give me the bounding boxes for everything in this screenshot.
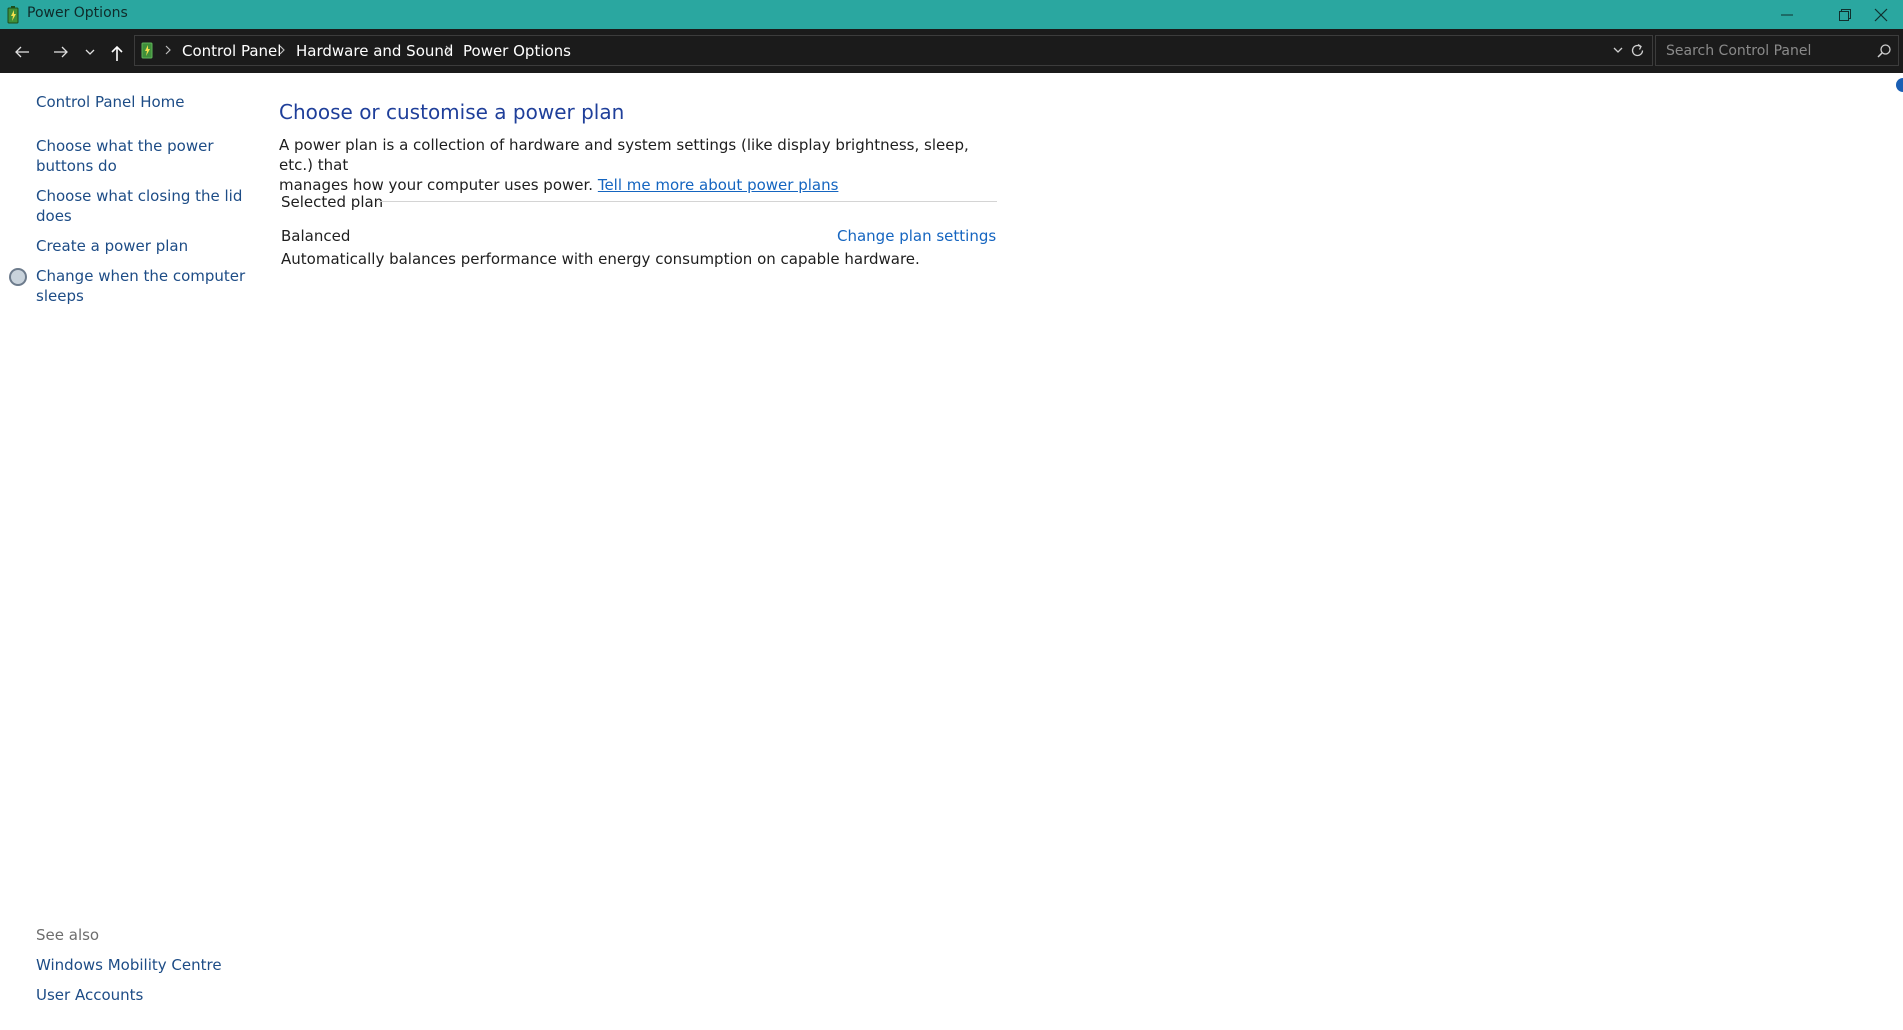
address-history-chevron-icon[interactable] [1612, 44, 1624, 56]
link-line[interactable]: Create a power plan [36, 236, 188, 256]
link-line[interactable]: Change when the computer [36, 266, 245, 286]
selected-plan-label: Selected plan [281, 193, 384, 211]
change-plan-settings-link[interactable]: Change plan settings [837, 227, 996, 245]
up-button[interactable] [104, 39, 130, 65]
change-computer-sleeps-link[interactable]: Change when the computer sleeps [36, 266, 245, 306]
choose-power-buttons-link[interactable]: Choose what the power buttons do [36, 136, 214, 176]
search-box[interactable] [1655, 35, 1899, 66]
recent-locations-chevron-icon [85, 49, 95, 55]
navigation-bar: Control Panel Hardware and Sound Power O… [0, 29, 1903, 73]
back-button[interactable] [9, 39, 35, 65]
close-button[interactable] [1860, 0, 1903, 29]
close-icon [1874, 8, 1888, 22]
minimize-button[interactable] [1758, 0, 1816, 29]
user-accounts-link[interactable]: User Accounts [36, 985, 143, 1005]
link-line[interactable]: buttons do [36, 156, 214, 176]
link-line[interactable]: does [36, 206, 242, 226]
up-arrow-icon [111, 45, 123, 61]
windows-mobility-centre-link[interactable]: Windows Mobility Centre [36, 955, 222, 975]
recent-locations-button[interactable] [80, 39, 100, 65]
breadcrumb-separator-icon[interactable] [278, 43, 286, 57]
plan-description: Automatically balances performance with … [281, 250, 920, 268]
window-title: Power Options [27, 5, 128, 21]
link-line[interactable]: Choose what closing the lid [36, 186, 242, 206]
see-also-heading: See also [36, 926, 100, 944]
refresh-icon[interactable] [1629, 42, 1646, 59]
create-power-plan-link[interactable]: Create a power plan [36, 236, 188, 256]
page-title: Choose or customise a power plan [279, 100, 625, 124]
forward-button[interactable] [48, 39, 74, 65]
breadcrumb-power-options[interactable]: Power Options [463, 42, 571, 60]
title-bar: Power Options [0, 0, 1903, 29]
power-options-location-icon [141, 42, 153, 59]
edge-indicator-dot [1896, 78, 1903, 92]
power-options-icon [7, 6, 19, 24]
forward-arrow-icon [54, 46, 68, 58]
back-arrow-icon [15, 46, 29, 58]
group-divider [379, 201, 997, 202]
breadcrumb-control-panel[interactable]: Control Panel [182, 42, 281, 60]
minimize-icon [1781, 14, 1793, 16]
description-line-2: manages how your computer uses power. Te… [279, 175, 999, 195]
description-line: A power plan is a collection of hardware… [279, 136, 969, 174]
breadcrumb-separator-icon [165, 45, 171, 55]
search-icon[interactable] [1876, 43, 1892, 59]
breadcrumb-separator-icon[interactable] [444, 43, 452, 57]
learn-more-link[interactable]: Tell me more about power plans [598, 176, 839, 194]
link-line[interactable]: Choose what the power [36, 136, 214, 156]
choose-closing-lid-link[interactable]: Choose what closing the lid does [36, 186, 242, 226]
sleep-settings-icon [9, 268, 27, 286]
breadcrumb-hardware-and-sound[interactable]: Hardware and Sound [296, 42, 453, 60]
search-input[interactable] [1664, 39, 1868, 63]
description-text: manages how your computer uses power. [279, 176, 594, 194]
address-bar[interactable]: Control Panel Hardware and Sound Power O… [134, 35, 1653, 66]
plan-name: Balanced [281, 227, 351, 245]
restore-icon [1839, 9, 1851, 21]
control-panel-home-link[interactable]: Control Panel Home [36, 92, 185, 112]
page-description: A power plan is a collection of hardware… [279, 135, 999, 195]
link-line[interactable]: sleeps [36, 286, 245, 306]
